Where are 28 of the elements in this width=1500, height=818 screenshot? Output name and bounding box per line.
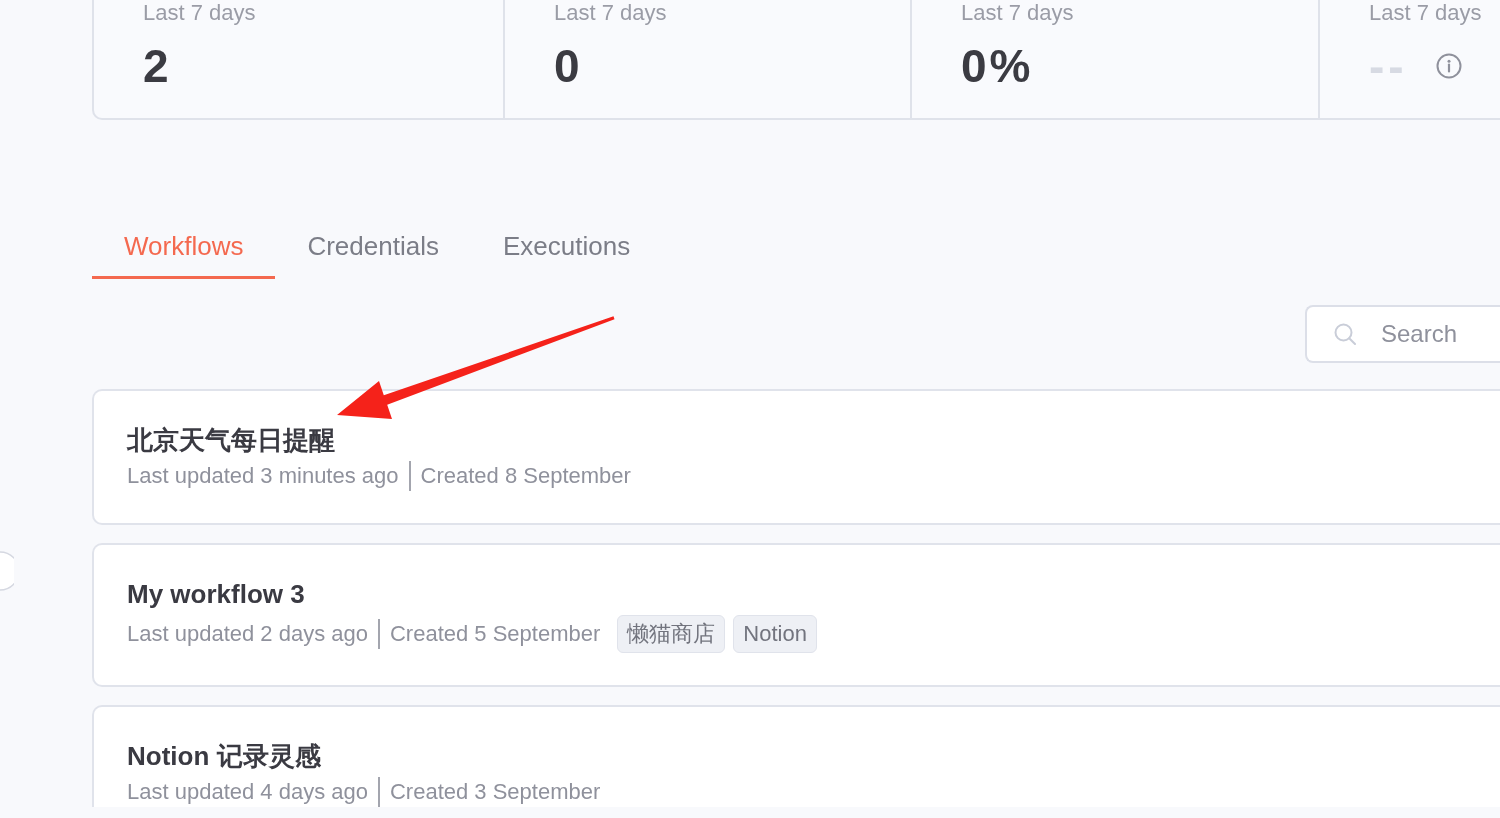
search-field[interactable]: Search bbox=[1305, 305, 1500, 363]
info-icon[interactable] bbox=[1435, 53, 1462, 79]
stat-value: 0% bbox=[961, 39, 1034, 94]
created-text: Created 3 September bbox=[389, 778, 601, 806]
stat-label: Last 7 days bbox=[1369, 1, 1483, 25]
workflow-card[interactable]: 北京天气每日提醒 Last updated 3 minutes ago Created 8 September bbox=[92, 389, 1500, 525]
workflow-card[interactable]: Notion 记录灵感 Last updated 4 days ago Created 3 September bbox=[92, 705, 1500, 807]
workflow-title: Notion 记录灵感 bbox=[127, 740, 322, 773]
updated-text: Last updated 4 days ago bbox=[127, 778, 368, 806]
workflow-title: My workflow 3 bbox=[127, 578, 306, 611]
tag: Notion bbox=[733, 615, 817, 653]
updated-text: Last updated 3 minutes ago bbox=[127, 462, 399, 490]
tag: 懒猫商店 bbox=[617, 615, 726, 653]
created-text: Created 8 September bbox=[420, 462, 631, 490]
tab[interactable]: Credentials bbox=[275, 228, 471, 279]
search-icon bbox=[1334, 323, 1356, 345]
created-text: Created 5 September bbox=[389, 620, 601, 648]
workflow-card[interactable]: My workflow 3 Last updated 2 days ago Created 5 September 懒猫商店 Notion bbox=[92, 543, 1500, 687]
stat-label: Last 7 days bbox=[143, 1, 257, 25]
updated-text: Last updated 2 days ago bbox=[127, 620, 368, 648]
stat-label: Last 7 days bbox=[554, 1, 668, 25]
stat-label: Last 7 days bbox=[961, 1, 1075, 25]
stat-value: 0 bbox=[554, 39, 583, 94]
sidebar-toggle-button[interactable] bbox=[0, 551, 14, 591]
empty-value: -- bbox=[1369, 39, 1408, 94]
workflow-title: 北京天气每日提醒 bbox=[127, 424, 336, 457]
tab[interactable]: Executions bbox=[470, 228, 663, 279]
stat-value: 2 bbox=[143, 39, 172, 94]
